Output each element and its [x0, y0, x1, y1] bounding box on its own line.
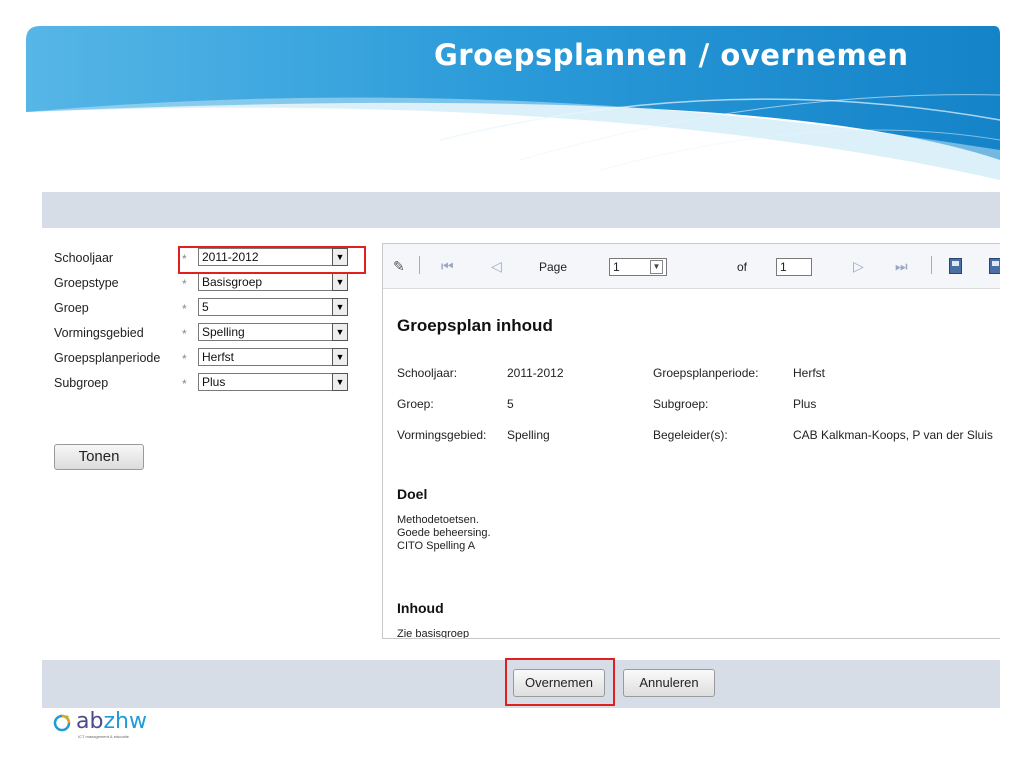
- groepstype-select[interactable]: Basisgroep ▼: [198, 273, 348, 291]
- logo-wordmark: abzhw: [76, 709, 147, 734]
- field-groepstype: Groepstype * Basisgroep ▼: [54, 273, 374, 295]
- annuleren-button[interactable]: Annuleren: [623, 669, 715, 697]
- schooljaar-key: Schooljaar:: [397, 366, 458, 380]
- field-label: Schooljaar: [54, 251, 114, 265]
- slide-title: Groepsplannen / overnemen: [434, 38, 909, 72]
- doel-line: CITO Spelling A: [397, 540, 476, 552]
- chevron-down-icon[interactable]: ▼: [332, 298, 348, 316]
- subgroep-key: Subgroep:: [653, 397, 709, 411]
- of-label: of: [737, 260, 748, 274]
- chevron-down-icon[interactable]: ▼: [332, 273, 348, 291]
- abzhw-logo: abzhw ICT management & educatie: [42, 708, 162, 742]
- doel-heading: Doel: [397, 486, 428, 502]
- groep-select[interactable]: 5 ▼: [198, 298, 348, 316]
- subgroep-select[interactable]: Plus ▼: [198, 373, 348, 391]
- select-value: Herfst: [202, 350, 235, 364]
- field-groepsplanperiode: Groepsplanperiode * Herfst ▼: [54, 348, 374, 370]
- overnemen-highlight-box: [505, 658, 615, 706]
- field-label: Groep: [54, 301, 89, 315]
- tonen-button[interactable]: Tonen: [54, 444, 144, 470]
- first-page-icon[interactable]: ⏮: [441, 258, 454, 275]
- required-mark: *: [182, 352, 187, 366]
- field-vormingsgebied: Vormingsgebied * Spelling ▼: [54, 323, 374, 345]
- toolbar-separator: [931, 256, 932, 274]
- subgroep-value: Plus: [793, 397, 817, 411]
- vormingsgebied-select[interactable]: Spelling ▼: [198, 323, 348, 341]
- chevron-down-icon[interactable]: ▼: [332, 323, 348, 341]
- inhoud-line: Zie basisgroep: [397, 628, 470, 639]
- groep-key: Groep:: [397, 397, 434, 411]
- doel-line: Methodetoetsen.: [397, 514, 479, 526]
- page-label: Page: [539, 260, 568, 274]
- chevron-down-icon[interactable]: ▼: [650, 260, 663, 274]
- form-header-bar: [42, 192, 1000, 228]
- logo-main-text: ab: [76, 709, 104, 734]
- chevron-down-icon[interactable]: ▼: [332, 348, 348, 366]
- begeleiders-key: Begeleider(s):: [653, 428, 728, 442]
- vormingsgebied-value: Spelling: [507, 428, 550, 442]
- logo-tagline: ICT management & educatie: [78, 734, 129, 739]
- previous-page-icon[interactable]: ◁: [491, 258, 502, 275]
- logo-ring-icon: [53, 714, 71, 732]
- refresh-icon[interactable]: ✎: [393, 258, 405, 275]
- field-groep: Groep * 5 ▼: [54, 298, 374, 320]
- groepsplanperiode-select[interactable]: Herfst ▼: [198, 348, 348, 366]
- field-subgroep: Subgroep * Plus ▼: [54, 373, 374, 395]
- required-mark: *: [182, 377, 187, 391]
- required-mark: *: [182, 302, 187, 316]
- export-icon[interactable]: [989, 258, 1000, 274]
- field-label: Groepstype: [54, 276, 119, 290]
- schooljaar-value: 2011-2012: [507, 366, 564, 380]
- doel-line: Goede beheersing.: [397, 527, 491, 539]
- report-viewer: ✎ ⏮ ◁ Page 1 ▼ of 1 ▷ ⏭ Groepsplan inhoud…: [382, 243, 1000, 639]
- begeleiders-value: CAB Kalkman-Koops, P van der Sluis: [793, 428, 993, 442]
- header-banner: Groepsplannen / overnemen: [0, 0, 1024, 190]
- select-value: Basisgroep: [202, 275, 263, 289]
- select-value: Spelling: [202, 325, 245, 339]
- field-label: Vormingsgebied: [54, 326, 144, 340]
- report-title: Groepsplan inhoud: [397, 316, 553, 335]
- required-mark: *: [182, 327, 187, 341]
- next-page-icon[interactable]: ▷: [853, 258, 864, 275]
- banner-wave-graphic: [26, 26, 1001, 180]
- total-pages-field: 1: [776, 258, 812, 276]
- page-number-select[interactable]: 1 ▼: [609, 258, 667, 276]
- report-toolbar: ✎ ⏮ ◁ Page 1 ▼ of 1 ▷ ⏭: [383, 244, 1000, 289]
- last-page-icon[interactable]: ⏭: [895, 258, 908, 275]
- groepsplanperiode-key: Groepsplanperiode:: [653, 366, 759, 380]
- field-label: Groepsplanperiode: [54, 351, 161, 365]
- schooljaar-highlight-box: [178, 246, 366, 274]
- page-number-value: 1: [613, 260, 620, 274]
- select-value: 5: [202, 300, 209, 314]
- save-icon[interactable]: [949, 258, 962, 274]
- chevron-down-icon[interactable]: ▼: [332, 373, 348, 391]
- logo-accent-text: zhw: [103, 709, 147, 734]
- inhoud-heading: Inhoud: [397, 600, 444, 616]
- groep-value: 5: [507, 397, 514, 411]
- groepsplanperiode-value: Herfst: [793, 366, 826, 380]
- required-mark: *: [182, 277, 187, 291]
- select-value: Plus: [202, 375, 226, 389]
- field-label: Subgroep: [54, 376, 109, 390]
- toolbar-separator: [419, 256, 420, 274]
- vormingsgebied-key: Vormingsgebied:: [397, 428, 487, 442]
